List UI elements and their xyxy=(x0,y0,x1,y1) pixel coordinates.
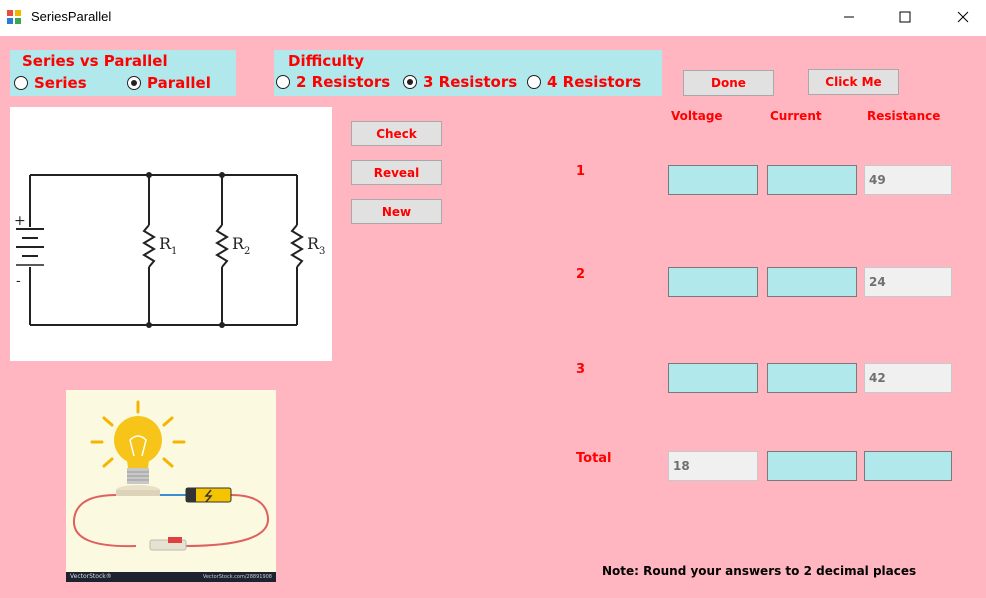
current-header: Current xyxy=(770,109,822,123)
click-me-button[interactable]: Click Me xyxy=(808,69,899,95)
form-client-area: Series vs Parallel Series Parallel Diffi… xyxy=(0,36,986,598)
battery-plus-label: + xyxy=(14,213,26,229)
row-3-label: 3 xyxy=(576,362,586,377)
close-icon xyxy=(957,11,969,23)
maximize-icon xyxy=(899,11,911,23)
two-resistors-radio[interactable]: 2 Resistors xyxy=(276,73,390,91)
rounding-note: Note: Round your answers to 2 decimal pl… xyxy=(602,564,917,578)
reveal-button[interactable]: Reveal xyxy=(351,160,442,185)
three-resistors-radio-circle[interactable] xyxy=(403,75,417,89)
two-resistors-radio-label: 2 Resistors xyxy=(296,73,391,91)
window-title: SeriesParallel xyxy=(31,9,112,24)
app-icon xyxy=(7,10,21,24)
parallel-circuit-schematic: + - R1 R2 R3 xyxy=(14,172,325,328)
minimize-button[interactable] xyxy=(826,0,872,34)
four-resistors-radio[interactable]: 4 Resistors xyxy=(527,73,641,91)
minimize-icon xyxy=(844,16,854,18)
row-3-current-input[interactable] xyxy=(767,363,857,393)
two-resistors-radio-circle[interactable] xyxy=(276,75,290,89)
resistor-3-label: R3 xyxy=(307,234,325,257)
check-button[interactable]: Check xyxy=(351,121,442,146)
done-button[interactable]: Done xyxy=(683,70,774,96)
row-2-resistance-field: 24 xyxy=(864,267,952,297)
row-1-resistance-field: 49 xyxy=(864,165,952,195)
difficulty-group-title: Difficulty xyxy=(288,52,364,70)
image-credit-right: VectorStock.com/28891908 xyxy=(202,574,272,580)
circuit-diagram: + - R1 R2 R3 xyxy=(10,107,332,361)
battery-minus-label: - xyxy=(16,273,21,289)
three-resistors-radio-label: 3 Resistors xyxy=(423,73,518,91)
total-voltage-field: 18 xyxy=(668,451,758,481)
total-row-label: Total xyxy=(576,451,612,466)
total-resistance-input[interactable] xyxy=(864,451,952,481)
image-credit-bar: VectorStock® VectorStock.com/28891908 xyxy=(66,572,276,582)
resistance-header: Resistance xyxy=(867,109,941,123)
row-1-voltage-input[interactable] xyxy=(668,165,758,195)
bulb-circuit-illustration: VectorStock® VectorStock.com/28891908 xyxy=(66,390,276,582)
row-2-current-input[interactable] xyxy=(767,267,857,297)
total-current-input[interactable] xyxy=(767,451,857,481)
series-radio-circle[interactable] xyxy=(14,76,28,90)
difficulty-group: Difficulty 2 Resistors 3 Resistors 4 Res… xyxy=(274,50,662,96)
four-resistors-radio-label: 4 Resistors xyxy=(547,73,642,91)
row-3-voltage-input[interactable] xyxy=(668,363,758,393)
new-button[interactable]: New xyxy=(351,199,442,224)
parallel-radio[interactable]: Parallel xyxy=(127,74,211,92)
parallel-radio-circle[interactable] xyxy=(127,76,141,90)
close-button[interactable] xyxy=(940,0,986,34)
three-resistors-radio[interactable]: 3 Resistors xyxy=(403,73,517,91)
series-radio[interactable]: Series xyxy=(14,74,87,92)
maximize-button[interactable] xyxy=(882,0,928,34)
row-3-resistance-field: 42 xyxy=(864,363,952,393)
lightbulb-battery-image xyxy=(72,400,270,551)
voltage-header: Voltage xyxy=(671,109,723,123)
resistor-2-label: R2 xyxy=(232,234,250,257)
image-credit-left: VectorStock® xyxy=(70,573,112,580)
row-1-label: 1 xyxy=(576,164,586,179)
four-resistors-radio-circle[interactable] xyxy=(527,75,541,89)
mode-group: Series vs Parallel Series Parallel xyxy=(10,50,236,96)
resistor-1-label: R1 xyxy=(159,234,177,257)
row-1-current-input[interactable] xyxy=(767,165,857,195)
parallel-radio-label: Parallel xyxy=(147,74,211,92)
row-2-label: 2 xyxy=(576,267,586,282)
row-2-voltage-input[interactable] xyxy=(668,267,758,297)
title-bar: SeriesParallel xyxy=(0,0,986,36)
mode-group-title: Series vs Parallel xyxy=(22,52,168,70)
series-radio-label: Series xyxy=(34,74,87,92)
